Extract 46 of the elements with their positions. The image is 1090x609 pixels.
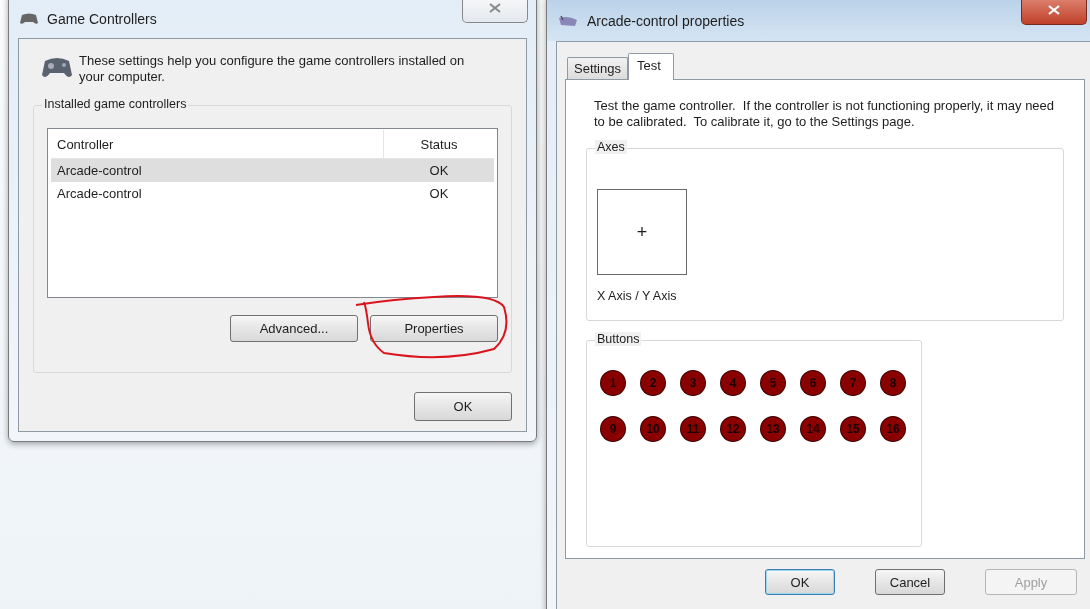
column-header[interactable]: Status [384, 130, 494, 158]
button-indicator: 11 [681, 417, 705, 441]
table-cell-text: Arcade-control [56, 163, 143, 178]
close-button[interactable] [462, 0, 528, 23]
button-indicator: 1 [601, 371, 625, 395]
axis-label: X Axis / Y Axis [597, 289, 677, 303]
button-indicator: 5 [761, 371, 785, 395]
tab[interactable]: Test [628, 53, 674, 80]
description-text: These settings help you configure the game controllers installed on your computer. [79, 53, 466, 85]
button-indicator: 12 [721, 417, 745, 441]
table-cell-text: OK [428, 163, 450, 178]
list-row[interactable]: Arcade-control OK [51, 159, 494, 182]
group-label: Installed game controllers [42, 97, 189, 111]
gamepad-icon [19, 11, 39, 26]
joystick-icon [557, 14, 579, 28]
crosshair: + [636, 221, 648, 243]
button-indicator: 9 [601, 417, 625, 441]
button-indicator: 14 [801, 417, 825, 441]
close-button[interactable] [1021, 0, 1087, 25]
button-indicator: 7 [841, 371, 865, 395]
button-indicator: 13 [761, 417, 785, 441]
button-indicator: 4 [721, 371, 745, 395]
dialog-button[interactable]: OK [765, 569, 835, 595]
button-indicator: 6 [801, 371, 825, 395]
list-row[interactable]: Arcade-control OK [51, 182, 494, 205]
ok-button[interactable]: OK [414, 392, 512, 421]
button-indicator: 10 [641, 417, 665, 441]
group-label: Buttons [595, 332, 642, 346]
column-header[interactable]: Controller [51, 130, 384, 158]
dialog-button[interactable]: Advanced... [230, 315, 358, 342]
button-indicator: 2 [641, 371, 665, 395]
instruction-text: Test the game controller. If the controller is not functioning properly, it may need to be calibrated. To calibrate it, go to the Settings page. [594, 98, 1056, 130]
group-label: Axes [595, 140, 627, 154]
window-title: Arcade-control properties [587, 13, 745, 29]
close-icon [489, 2, 501, 13]
button-indicator: 8 [881, 371, 905, 395]
button-indicator: 3 [681, 371, 705, 395]
table-cell-text: OK [428, 186, 450, 201]
tab[interactable]: Settings [567, 57, 628, 79]
button-indicator: 15 [841, 417, 865, 441]
button-indicator: 16 [881, 417, 905, 441]
dialog-button[interactable]: Cancel [875, 569, 945, 595]
close-icon [1048, 4, 1060, 15]
dialog-button[interactable]: Properties [370, 315, 498, 342]
window-title: Game Controllers [47, 10, 157, 27]
table-cell-text: Arcade-control [56, 186, 143, 201]
